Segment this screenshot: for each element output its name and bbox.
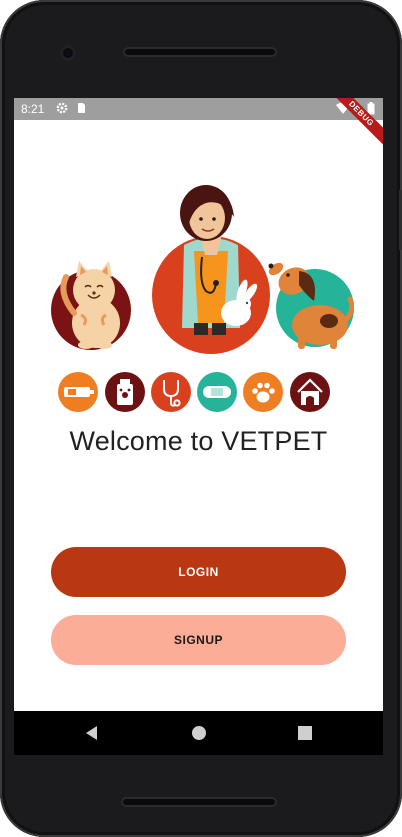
stethoscope-icon [151,372,191,412]
vet-illustration [51,185,354,354]
android-nav-bar [14,711,383,755]
syringe-icon [58,372,98,412]
status-bar: 8:21 DEBUG [14,98,383,146]
status-time: 8:21 [21,102,45,116]
bottom-speaker [121,797,277,807]
paw-icon [243,372,283,412]
settings-icon [56,102,68,114]
front-camera [60,45,76,61]
app-screen: 8:21 DEBUG Welcome to VETPET LOGIN SIGNU… [14,98,383,711]
signup-button[interactable]: SIGNUP [51,615,346,665]
services-icon-row [58,372,344,414]
back-icon[interactable] [82,723,102,743]
cat-circle [51,261,131,350]
recents-icon[interactable] [295,723,315,743]
home-icon[interactable] [189,723,209,743]
vet-circle [152,185,270,354]
top-speaker [123,47,277,57]
bandage-icon [197,372,237,412]
welcome-title: Welcome to VETPET [69,426,328,456]
login-button[interactable]: LOGIN [51,547,346,597]
sim-card-icon [78,103,85,113]
pet-house-icon [290,372,330,412]
phone-frame: 8:21 DEBUG Welcome to VETPET LOGIN SIGNU… [0,0,402,837]
medicine-bottle-icon [105,372,145,412]
dog-circle [268,262,354,349]
